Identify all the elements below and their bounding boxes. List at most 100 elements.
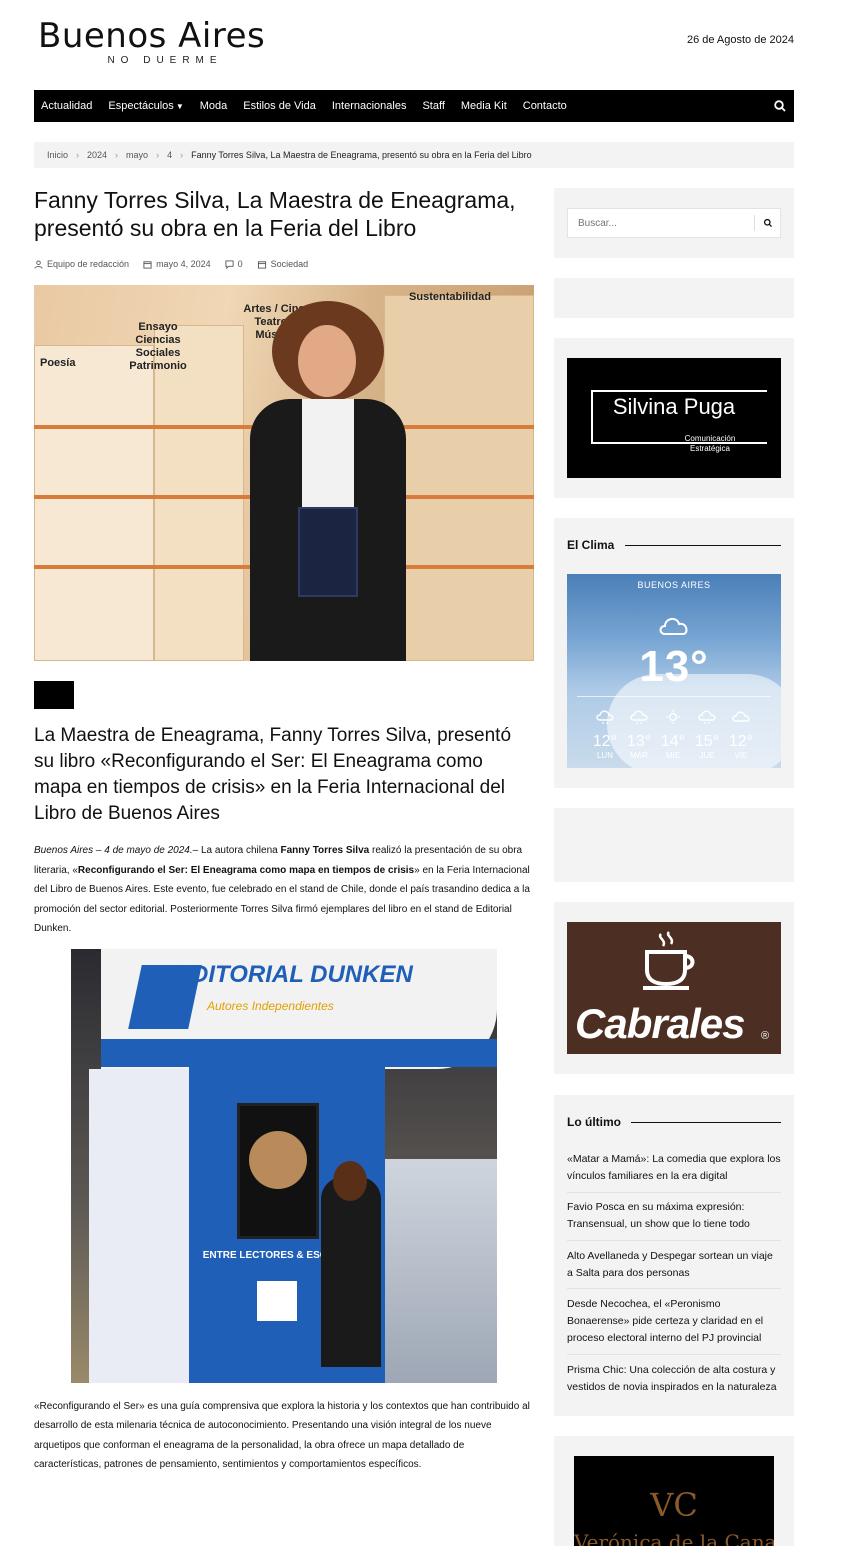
stand-image: EDITORIAL DUNKEN Autores Independientes … bbox=[71, 948, 497, 1383]
search-icon bbox=[763, 218, 772, 228]
post-date: mayo 4, 2024 bbox=[156, 259, 211, 269]
breadcrumb-day[interactable]: 4 bbox=[167, 150, 172, 160]
search-input[interactable] bbox=[568, 209, 748, 237]
breadcrumb-year[interactable]: 2024 bbox=[87, 150, 107, 160]
latest-item[interactable]: Prisma Chic: Una colección de alta costu… bbox=[567, 1362, 781, 1396]
meta-author[interactable]: Equipo de redacción bbox=[34, 259, 129, 269]
nav-item-moda[interactable]: Moda bbox=[194, 100, 234, 112]
forecast-temp: 15° bbox=[694, 733, 720, 750]
person-figure bbox=[321, 1176, 381, 1367]
search-widget bbox=[554, 188, 794, 258]
empty-widget bbox=[554, 278, 794, 318]
ad-subtitle: Comunicación bbox=[684, 434, 736, 443]
breadcrumb-current: Fanny Torres Silva, La Maestra de Eneagr… bbox=[191, 150, 532, 160]
chevron-right-icon: › bbox=[180, 150, 184, 160]
forecast-label: LUN bbox=[596, 751, 613, 760]
person-face bbox=[298, 325, 356, 397]
widget-title: El Clima bbox=[567, 538, 615, 552]
latest-item[interactable]: Desde Necochea, el «Peronismo Bonaerense… bbox=[567, 1296, 781, 1347]
forecast-temp: 14° bbox=[660, 733, 686, 750]
article-subtitle: La Maestra de Eneagrama, Fanny Torres Si… bbox=[34, 725, 512, 824]
ad-widget: Silvina Puga Comunicación Estratégica bbox=[554, 338, 794, 498]
person-shirt bbox=[302, 399, 354, 509]
weather-city: BUENOS AIRES bbox=[637, 580, 711, 590]
weather-card[interactable]: BUENOS AIRES 13° 12° LUN 13° MAR 14° MIE bbox=[567, 574, 781, 768]
breadcrumb-month[interactable]: mayo bbox=[126, 150, 148, 160]
comment-icon bbox=[225, 259, 234, 269]
sun-icon bbox=[666, 710, 680, 724]
logo-subtitle: NO DUERME bbox=[107, 55, 223, 66]
page-title: Fanny Torres Silva, La Maestra de Eneagr… bbox=[34, 187, 516, 241]
divider bbox=[567, 1354, 781, 1355]
category-name: Sociedad bbox=[270, 259, 309, 269]
forecast-label: MIE bbox=[665, 751, 681, 760]
search-form bbox=[567, 208, 781, 238]
divider bbox=[567, 1240, 781, 1241]
bookshelf bbox=[154, 325, 244, 661]
shelf-sign: Poesía bbox=[40, 357, 76, 369]
meta-comments[interactable]: 0 bbox=[225, 259, 243, 269]
nav-item-media-kit[interactable]: Media Kit bbox=[455, 100, 513, 112]
veronica-ad[interactable]: VC Verónica de la Canal bbox=[574, 1456, 774, 1546]
book-wall bbox=[89, 1068, 189, 1383]
cabrales-ad[interactable]: Cabrales ® bbox=[567, 922, 781, 1054]
nav-item-staff[interactable]: Staff bbox=[416, 100, 450, 112]
dateline: Buenos Aires – 4 de mayo de 2024. bbox=[34, 845, 193, 856]
book-cover bbox=[298, 507, 358, 597]
stand-tagline: Autores Independientes bbox=[207, 998, 334, 1013]
silvina-puga-ad[interactable]: Silvina Puga Comunicación Estratégica bbox=[567, 358, 781, 478]
nav-item-espectaculos[interactable]: Espectáculos ▼ bbox=[102, 100, 189, 112]
user-icon bbox=[34, 259, 43, 269]
folder-icon bbox=[257, 260, 266, 269]
author-highlight: Fanny Torres Silva bbox=[280, 845, 370, 856]
person-hair bbox=[333, 1160, 367, 1201]
meta-date[interactable]: mayo 4, 2024 bbox=[143, 259, 211, 269]
breadcrumb: Inicio › 2024 › mayo › 4 › Fanny Torres … bbox=[34, 142, 794, 168]
forecast-day: 12° VIE bbox=[724, 710, 758, 760]
site-logo[interactable]: Buenos Aires NO DUERME bbox=[38, 16, 278, 66]
forecast-day: 15° JUE bbox=[690, 710, 724, 760]
ad-title: Silvina Puga bbox=[612, 394, 736, 419]
chevron-right-icon: › bbox=[76, 150, 80, 160]
chevron-right-icon: › bbox=[156, 150, 160, 160]
forecast-day: 14° MIE bbox=[656, 710, 690, 760]
nav-item-actualidad[interactable]: Actualidad bbox=[34, 100, 98, 112]
article-paragraph: «Reconfigurando el Ser» es una guía comp… bbox=[34, 1400, 530, 1471]
forecast-temp: 12° bbox=[592, 733, 618, 750]
nav-item-contacto[interactable]: Contacto bbox=[517, 100, 573, 112]
latest-item[interactable]: Alto Avellaneda y Despegar sortean un vi… bbox=[567, 1248, 781, 1282]
forecast-label: VIE bbox=[734, 751, 748, 760]
stand-brand: EDITORIAL DUNKEN bbox=[175, 960, 413, 988]
registered-mark: ® bbox=[761, 1030, 770, 1042]
forecast-day: 13° MAR bbox=[622, 710, 656, 760]
ad-widget: Cabrales ® bbox=[554, 902, 794, 1074]
nav-item-estilos-de-vida[interactable]: Estilos de Vida bbox=[237, 100, 322, 112]
qr-code bbox=[257, 1280, 297, 1321]
latest-widget: Lo último «Matar a Mamá»: La comedia que… bbox=[554, 1095, 794, 1416]
calendar-icon bbox=[143, 260, 152, 269]
cloud-icon bbox=[732, 711, 750, 722]
meta-category[interactable]: Sociedad bbox=[257, 259, 309, 269]
site-header: Buenos Aires NO DUERME 26 de Agosto de 2… bbox=[34, 0, 794, 90]
search-icon[interactable] bbox=[773, 99, 787, 113]
latest-item[interactable]: Favio Posca en su máxima expresión: Tran… bbox=[567, 1199, 781, 1233]
forecast-temp: 12° bbox=[728, 733, 754, 750]
snow-cloud-icon bbox=[596, 710, 614, 724]
widget-title: Lo último bbox=[567, 1115, 621, 1129]
hero-image: Poesía Ensayo Ciencias Sociales Patrimon… bbox=[34, 285, 534, 661]
forecast-temp: 13° bbox=[626, 733, 652, 750]
shelf-sign: Ensayo Ciencias Sociales Patrimonio bbox=[129, 321, 187, 372]
ad-name: Verónica de la Canal bbox=[574, 1530, 774, 1546]
shelf-sign: Sustentabilidad bbox=[409, 291, 491, 303]
breadcrumb-inicio[interactable]: Inicio bbox=[47, 150, 68, 160]
ad-subtitle: Estratégica bbox=[689, 444, 731, 453]
snow-cloud-icon bbox=[698, 710, 716, 724]
search-button[interactable] bbox=[754, 215, 780, 231]
post-meta: Equipo de redacción mayo 4, 2024 0 Socie… bbox=[34, 259, 534, 269]
ad-monogram: VC bbox=[650, 1486, 698, 1524]
caret-down-icon: ▼ bbox=[175, 102, 184, 111]
forecast-label: JUE bbox=[699, 751, 715, 760]
header-date: 26 de Agosto de 2024 bbox=[686, 34, 794, 46]
latest-item[interactable]: «Matar a Mamá»: La comedia que explora l… bbox=[567, 1151, 781, 1185]
nav-item-internacionales[interactable]: Internacionales bbox=[326, 100, 413, 112]
